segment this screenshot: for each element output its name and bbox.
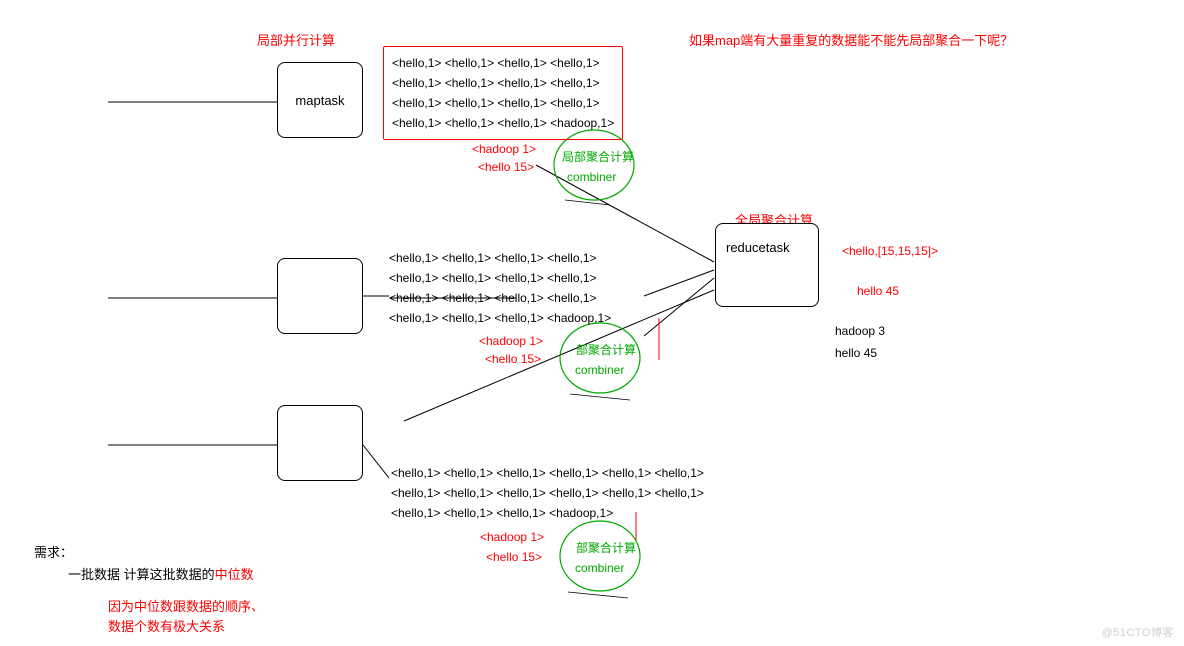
- label-question: 如果map端有大量重复的数据能不能先局部聚合一下呢？: [689, 30, 1013, 49]
- reducetask-box: reducetask: [715, 223, 819, 307]
- requirement-title: 需求：: [34, 542, 254, 564]
- kv2-row: <hello,1> <hello,1> <hello,1> <hello,1>: [389, 288, 611, 308]
- kv2-row: <hello,1> <hello,1> <hello,1> <hadoop,1>: [389, 308, 611, 328]
- combined2-hello: <hello 15>: [485, 352, 541, 366]
- kv3-row: <hello,1> <hello,1> <hello,1> <hello,1> …: [391, 483, 704, 503]
- reduce-hadoop: hadoop 3: [835, 324, 885, 338]
- combined3-hello: <hello 15>: [486, 550, 542, 564]
- combiner3-label-local: 部聚合计算: [576, 539, 636, 556]
- reduce-intermediate: <hello,[15,15,15]>: [842, 244, 938, 258]
- kv2-row: <hello,1> <hello,1> <hello,1> <hello,1>: [389, 248, 611, 268]
- kv2-row: <hello,1> <hello,1> <hello,1> <hello,1>: [389, 268, 611, 288]
- combined1-hadoop: <hadoop 1>: [472, 142, 536, 156]
- requirement-note2: 数据个数有极大关系: [108, 616, 225, 635]
- kv3-row: <hello,1> <hello,1> <hello,1> <hadoop,1>: [391, 503, 704, 523]
- kv3-row: <hello,1> <hello,1> <hello,1> <hello,1> …: [391, 463, 704, 483]
- combined1-hello: <hello 15>: [478, 160, 534, 174]
- combiner3-label: combiner: [575, 561, 624, 575]
- combined2-hadoop: <hadoop 1>: [479, 334, 543, 348]
- combiner2-label-local: 部聚合计算: [576, 341, 636, 358]
- reducetask-label: reducetask: [726, 240, 790, 255]
- maptask-label-1: maptask: [295, 93, 344, 108]
- requirement-desc-b: 中位数: [215, 567, 254, 582]
- kv1-row: <hello,1> <hello,1> <hello,1> <hello,1>: [392, 73, 614, 93]
- reduce-hello2: hello 45: [835, 346, 877, 360]
- reduce-hello: hello 45: [857, 284, 899, 298]
- maptask-box-1: maptask: [277, 62, 363, 138]
- kv1-row: <hello,1> <hello,1> <hello,1> <hadoop,1>: [392, 113, 614, 133]
- label-local-parallel: 局部并行计算: [257, 30, 335, 49]
- combined3-hadoop: <hadoop 1>: [480, 530, 544, 544]
- combiner2-label: combiner: [575, 363, 624, 377]
- combiner1-label-local: 局部聚合计算: [562, 148, 634, 165]
- kv-block-1: <hello,1> <hello,1> <hello,1> <hello,1> …: [383, 46, 623, 140]
- requirement-block: 需求： 一批数据 计算这批数据的中位数: [34, 542, 254, 586]
- kv-block-2: <hello,1> <hello,1> <hello,1> <hello,1> …: [389, 248, 611, 328]
- kv1-row: <hello,1> <hello,1> <hello,1> <hello,1>: [392, 93, 614, 113]
- requirement-note1: 因为中位数跟数据的顺序、: [108, 596, 264, 615]
- maptask-box-2: [277, 258, 363, 334]
- requirement-desc-a: 一批数据 计算这批数据的: [68, 567, 215, 582]
- combiner1-label: combiner: [567, 170, 616, 184]
- kv-block-3: <hello,1> <hello,1> <hello,1> <hello,1> …: [391, 463, 704, 523]
- kv1-row: <hello,1> <hello,1> <hello,1> <hello,1>: [392, 53, 614, 73]
- watermark: @51CTO博客: [1102, 624, 1174, 640]
- maptask-box-3: [277, 405, 363, 481]
